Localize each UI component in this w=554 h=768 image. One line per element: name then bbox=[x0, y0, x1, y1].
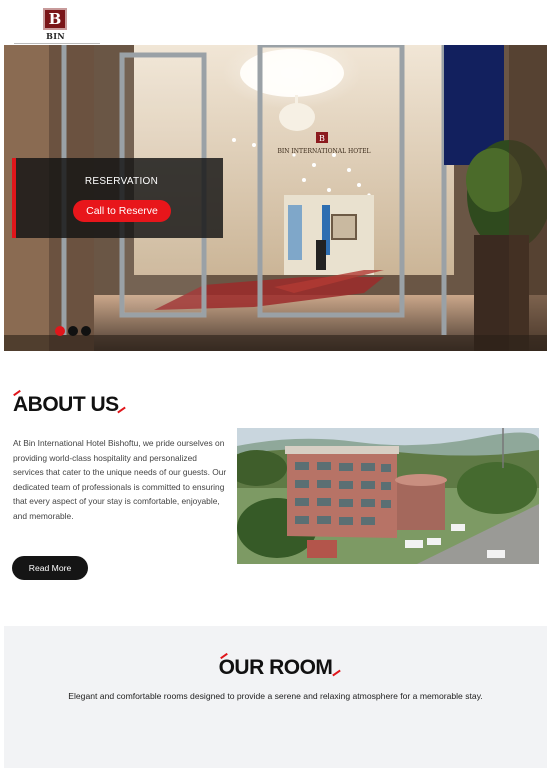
reservation-panel: RESERVATION Call to Reserve bbox=[12, 158, 223, 238]
hotel-exterior-image bbox=[237, 428, 539, 564]
about-title: ABOUT US bbox=[13, 393, 119, 416]
logo-mark: B bbox=[43, 8, 67, 30]
logo-name: BIN bbox=[46, 31, 65, 41]
slider-dots bbox=[55, 326, 91, 336]
header-divider bbox=[14, 43, 100, 44]
hotel-logo[interactable]: B BIN bbox=[43, 8, 68, 41]
lobby-sign-letter: B bbox=[319, 134, 325, 143]
slide-dot-1[interactable] bbox=[55, 326, 65, 336]
call-to-reserve-button[interactable]: Call to Reserve bbox=[73, 200, 171, 222]
hotel-exterior-photo bbox=[237, 428, 539, 564]
logo-letter: B bbox=[48, 10, 62, 28]
rooms-subtitle: Elegant and comfortable rooms designed t… bbox=[68, 691, 483, 701]
slide-dot-3[interactable] bbox=[81, 326, 91, 336]
reservation-title: RESERVATION bbox=[84, 176, 159, 187]
about-description: At Bin International Hotel Bishoftu, we … bbox=[13, 438, 227, 521]
slide-dot-2[interactable] bbox=[68, 326, 78, 336]
page: B BIN B BIN INTERNATIONAL HOTEL RESERVAT… bbox=[0, 0, 554, 768]
rooms-title: OUR ROOM bbox=[218, 656, 333, 679]
lobby-sign-text: BIN INTERNATIONAL HOTEL bbox=[278, 148, 371, 155]
hero-slider: B BIN INTERNATIONAL HOTEL RESERVATION Ca… bbox=[4, 45, 547, 351]
read-more-button[interactable]: Read More bbox=[12, 556, 88, 580]
site-header: B BIN bbox=[0, 0, 554, 44]
rooms-section: OUR ROOM Elegant and comfortable rooms d… bbox=[4, 626, 547, 768]
